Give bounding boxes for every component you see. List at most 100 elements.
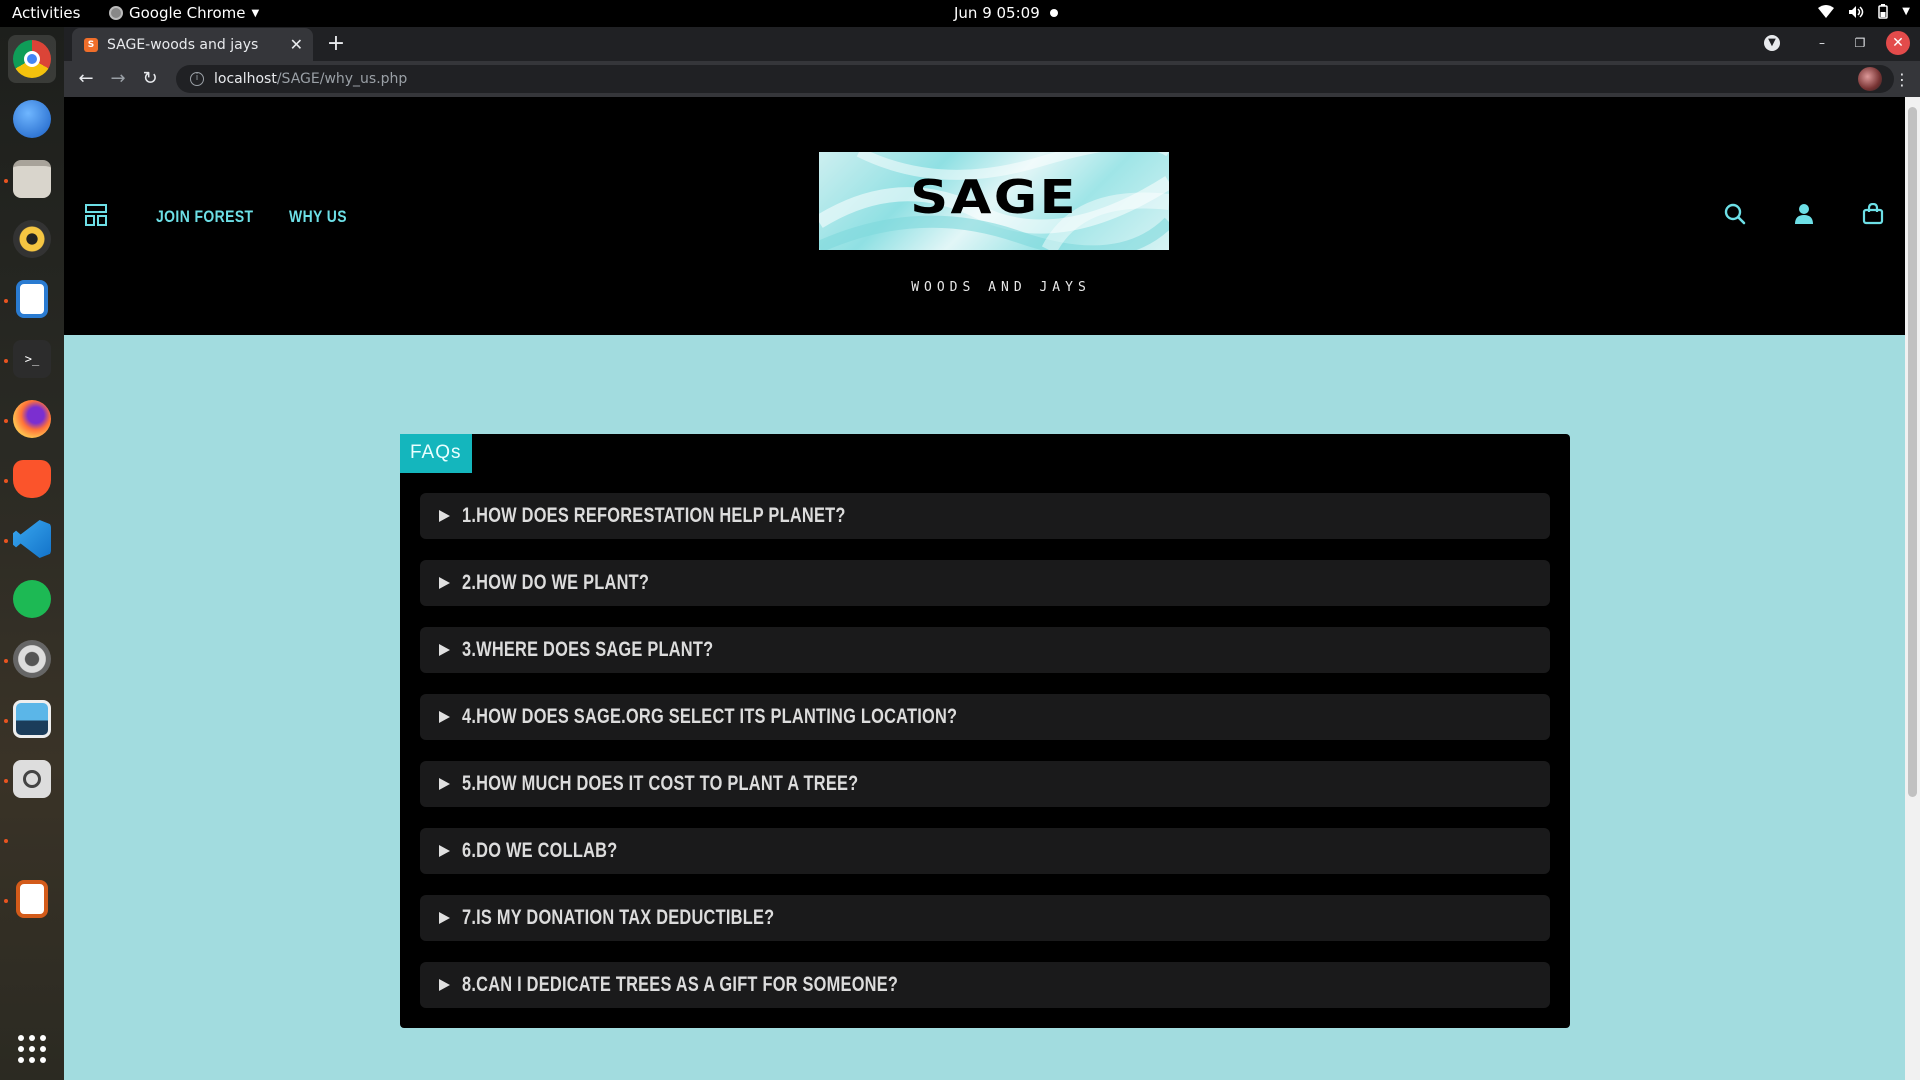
faq-item[interactable]: 5.HOW MUCH DOES IT COST TO PLANT A TREE? bbox=[420, 761, 1550, 807]
dock-image-viewer[interactable] bbox=[8, 695, 56, 743]
dock-thunderbird[interactable] bbox=[8, 95, 56, 143]
activities-button[interactable]: Activities bbox=[12, 4, 80, 22]
notification-dot-icon bbox=[1049, 9, 1058, 17]
dock-spotify[interactable] bbox=[8, 575, 56, 623]
faq-item[interactable]: 7.IS MY DONATION TAX DEDUCTIBLE? bbox=[420, 895, 1550, 941]
faq-question: 5.HOW MUCH DOES IT COST TO PLANT A TREE? bbox=[462, 772, 859, 795]
dock-rhythmbox[interactable] bbox=[8, 215, 56, 263]
terminal-icon: >_ bbox=[13, 340, 51, 378]
dock-settings[interactable] bbox=[8, 635, 56, 683]
wifi-icon bbox=[1818, 4, 1835, 18]
dock-brave[interactable] bbox=[8, 455, 56, 503]
faq-item[interactable]: 3.WHERE DOES SAGE PLANT? bbox=[420, 627, 1550, 673]
app-menu[interactable]: Google Chrome ▼ bbox=[109, 4, 259, 22]
grid-menu-icon[interactable] bbox=[85, 204, 107, 226]
reload-icon[interactable]: ↻ bbox=[136, 65, 164, 93]
files-icon bbox=[13, 160, 51, 198]
spotify-icon bbox=[13, 580, 51, 618]
thunderbird-icon bbox=[13, 100, 51, 138]
dock-magnifier[interactable] bbox=[8, 755, 56, 803]
dock-impress[interactable] bbox=[8, 875, 56, 923]
tab-strip: S SAGE-woods and jays ✕ + ▼ – ❐ ✕ bbox=[64, 27, 1920, 61]
dock-terminal[interactable]: >_ bbox=[8, 335, 56, 383]
browser-toolbar: ← → ↻ i localhost/SAGE/why_us.php ☆ ⋮ bbox=[64, 61, 1920, 97]
dock: >_ bbox=[0, 27, 64, 1080]
rhythmbox-icon bbox=[13, 220, 51, 258]
show-apps-button[interactable] bbox=[8, 1025, 56, 1073]
user-account-icon[interactable] bbox=[1794, 203, 1814, 225]
running-indicator bbox=[4, 839, 8, 843]
url-host: localhost bbox=[214, 71, 277, 87]
writer-icon bbox=[16, 280, 48, 318]
clock[interactable]: Jun 9 05:09 bbox=[954, 4, 1058, 22]
nav-join-forest[interactable]: JOIN FOREST bbox=[156, 207, 253, 227]
site-header: JOIN FOREST WHY US SAGE WOODS AND JAYS bbox=[64, 97, 1905, 335]
tab-search-icon[interactable]: ▼ bbox=[1764, 35, 1780, 51]
expand-triangle-icon bbox=[439, 845, 450, 857]
faq-question: 1.HOW DOES REFORESTATION HELP PLANET? bbox=[462, 504, 846, 527]
url-path: /SAGE/why_us.php bbox=[276, 71, 408, 87]
close-window-icon[interactable]: ✕ bbox=[1886, 31, 1910, 55]
expand-triangle-icon bbox=[439, 979, 450, 991]
impress-icon bbox=[16, 880, 48, 918]
faq-item[interactable]: 6.DO WE COLLAB? bbox=[420, 828, 1550, 874]
faq-section: FAQs 1.HOW DOES REFORESTATION HELP PLANE… bbox=[400, 434, 1570, 1028]
dock-files[interactable] bbox=[8, 155, 56, 203]
faq-item[interactable]: 2.HOW DO WE PLANT? bbox=[420, 560, 1550, 606]
image-viewer-icon bbox=[13, 700, 51, 738]
page-viewport: JOIN FOREST WHY US SAGE WOODS AND JAYS F… bbox=[64, 97, 1920, 1080]
tray-caret-icon: ▼ bbox=[1902, 6, 1910, 17]
faq-question: 6.DO WE COLLAB? bbox=[462, 839, 618, 862]
dock-chrome[interactable] bbox=[8, 35, 56, 83]
logo-text: SAGE bbox=[910, 170, 1078, 224]
caret-down-icon: ▼ bbox=[251, 7, 260, 19]
brave-icon bbox=[13, 460, 51, 498]
expand-triangle-icon bbox=[439, 711, 450, 723]
shopping-bag-icon[interactable] bbox=[1862, 203, 1884, 225]
vscode-icon bbox=[13, 520, 51, 558]
scrollbar-thumb[interactable] bbox=[1908, 107, 1917, 797]
minimize-icon[interactable]: – bbox=[1810, 31, 1834, 55]
dock-firefox[interactable] bbox=[8, 395, 56, 443]
chrome-small-icon bbox=[109, 6, 123, 20]
faq-badge: FAQs bbox=[400, 434, 472, 473]
faq-question: 4.HOW DOES SAGE.ORG SELECT ITS PLANTING … bbox=[462, 705, 958, 728]
back-arrow-icon[interactable]: ← bbox=[72, 65, 100, 93]
faq-item[interactable]: 8.CAN I DEDICATE TREES AS A GIFT FOR SOM… bbox=[420, 962, 1550, 1008]
restore-icon[interactable]: ❐ bbox=[1848, 31, 1872, 55]
app-grid-icon bbox=[18, 1035, 46, 1063]
firefox-icon bbox=[13, 400, 51, 438]
site-info-icon[interactable]: i bbox=[190, 72, 204, 86]
menu-kebab-icon[interactable]: ⋮ bbox=[1894, 70, 1910, 89]
nav-why-us[interactable]: WHY US bbox=[289, 207, 347, 227]
site-logo[interactable]: SAGE bbox=[819, 152, 1169, 250]
tab-title: SAGE-woods and jays bbox=[107, 36, 259, 53]
faq-item[interactable]: 1.HOW DOES REFORESTATION HELP PLANET? bbox=[420, 493, 1550, 539]
system-top-bar: Activities Google Chrome ▼ Jun 9 05:09 ▼ bbox=[0, 0, 1920, 27]
faq-item[interactable]: 4.HOW DOES SAGE.ORG SELECT ITS PLANTING … bbox=[420, 694, 1550, 740]
chrome-icon bbox=[13, 40, 51, 78]
site-tagline: WOODS AND JAYS bbox=[911, 280, 1091, 295]
new-tab-button[interactable]: + bbox=[322, 30, 350, 58]
clock-label: Jun 9 05:09 bbox=[954, 4, 1040, 22]
faq-question: 7.IS MY DONATION TAX DEDUCTIBLE? bbox=[462, 906, 775, 929]
forward-arrow-icon[interactable]: → bbox=[104, 65, 132, 93]
tab-close-icon[interactable]: ✕ bbox=[290, 35, 303, 54]
search-icon[interactable] bbox=[1724, 203, 1746, 225]
toolbar-right: ⋮ bbox=[1858, 67, 1910, 91]
faq-question: 3.WHERE DOES SAGE PLANT? bbox=[462, 638, 714, 661]
address-bar[interactable]: i localhost/SAGE/why_us.php ☆ bbox=[176, 65, 1894, 93]
browser-tab[interactable]: S SAGE-woods and jays ✕ bbox=[72, 28, 313, 61]
faq-question: 8.CAN I DEDICATE TREES AS A GIFT FOR SOM… bbox=[462, 973, 899, 996]
profile-avatar[interactable] bbox=[1858, 67, 1882, 91]
expand-triangle-icon bbox=[439, 510, 450, 522]
page-scrollbar[interactable] bbox=[1905, 97, 1920, 1080]
system-tray[interactable]: ▼ bbox=[1818, 4, 1910, 19]
expand-triangle-icon bbox=[439, 912, 450, 924]
volume-icon bbox=[1849, 5, 1864, 18]
dock-vscode[interactable] bbox=[8, 515, 56, 563]
expand-triangle-icon bbox=[439, 577, 450, 589]
app-menu-label: Google Chrome bbox=[129, 4, 246, 22]
favicon-icon: S bbox=[84, 37, 98, 52]
dock-writer[interactable] bbox=[8, 275, 56, 323]
